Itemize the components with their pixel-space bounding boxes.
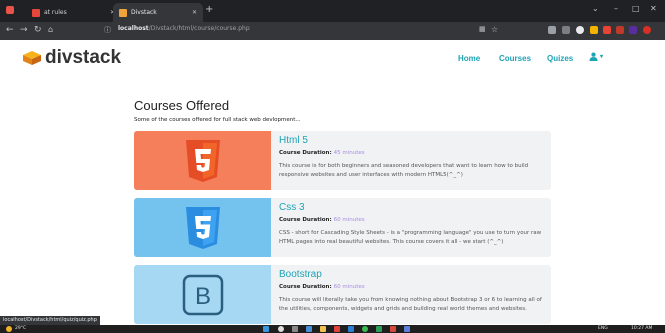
maximize-icon[interactable]: □: [632, 4, 640, 13]
page-subtitle: Some of the courses offered for full sta…: [134, 117, 301, 123]
tab-at-rules[interactable]: at rules ✕: [26, 3, 121, 22]
extension-icon[interactable]: [590, 26, 598, 34]
tab-divstack[interactable]: Divstack ✕: [113, 3, 203, 22]
tab-favicon-icon: [119, 8, 127, 17]
search-icon[interactable]: [278, 326, 284, 332]
browser-toolbar: ← → ↻ ⌂ ⓘ localhost/Divstack/html/course…: [0, 22, 665, 40]
extension-icon[interactable]: [629, 26, 637, 34]
logo-cube-icon: [23, 51, 41, 65]
course-duration: Course Duration: 45 minutes: [279, 150, 365, 156]
forward-icon[interactable]: →: [20, 25, 28, 35]
chrome-icon[interactable]: [362, 326, 368, 332]
course-title[interactable]: Html 5: [279, 135, 308, 146]
extension-icon[interactable]: [616, 26, 624, 34]
logo-text: divstack: [45, 47, 122, 68]
profile-avatar[interactable]: [643, 26, 651, 34]
course-duration: Course Duration: 60 minutes: [279, 217, 365, 223]
tab-label: Divstack: [131, 9, 157, 16]
user-icon: [589, 52, 598, 61]
qr-icon[interactable]: ▦: [479, 25, 486, 33]
css3-icon: [185, 206, 220, 249]
app-icon[interactable]: [334, 326, 340, 332]
course-card-bootstrap[interactable]: B Bootstrap Course Duration: 60 minutes …: [134, 265, 551, 324]
tab-search-icon[interactable]: ⌄: [592, 4, 599, 13]
app-icon[interactable]: [306, 326, 312, 332]
nav-quizes[interactable]: Quizes: [547, 54, 573, 63]
reload-icon[interactable]: ↻: [34, 25, 42, 35]
back-icon[interactable]: ←: [6, 25, 14, 35]
extension-icon[interactable]: [562, 26, 570, 34]
duration-value: 45 minutes: [333, 150, 365, 156]
tab-favicon-icon: [32, 8, 40, 17]
course-description: This course will literally take you from…: [279, 297, 542, 312]
info-icon[interactable]: ⓘ: [104, 25, 111, 35]
close-icon[interactable]: ✕: [192, 9, 197, 16]
course-description: This course is for both beginners and se…: [279, 163, 529, 178]
app-icon[interactable]: [376, 326, 382, 332]
course-card-css3[interactable]: Css 3 Course Duration: 60 minutes CSS - …: [134, 198, 551, 257]
window-close-icon[interactable]: ✕: [650, 4, 657, 13]
duration-value: 60 minutes: [333, 217, 365, 223]
course-title[interactable]: Css 3: [279, 202, 305, 213]
nav-courses[interactable]: Courses: [499, 54, 531, 63]
course-card-html5[interactable]: Html 5 Course Duration: 45 minutes This …: [134, 131, 551, 190]
extension-icon[interactable]: [603, 26, 611, 34]
link-preview-status: localhost/Divstack/html/quiz/quiz.php: [0, 316, 100, 325]
url-path: /Divstack/html/course/course.php: [148, 25, 250, 32]
course-image: [134, 131, 271, 190]
course-duration: Course Duration: 60 minutes: [279, 284, 365, 290]
duration-label: Course Duration:: [279, 217, 332, 223]
weather-temp: 29°C: [15, 326, 27, 331]
app-icon[interactable]: [404, 326, 410, 332]
task-view-icon[interactable]: [292, 326, 298, 332]
file-explorer-icon[interactable]: [320, 326, 326, 332]
html5-icon: [185, 139, 220, 182]
language-indicator[interactable]: ENG: [598, 326, 608, 331]
site-logo[interactable]: divstack: [22, 47, 121, 69]
vscode-icon[interactable]: [348, 326, 354, 332]
duration-label: Course Duration:: [279, 150, 332, 156]
browser-menu-icon[interactable]: [6, 6, 14, 14]
bootstrap-icon: B: [182, 274, 223, 315]
tab-label: at rules: [44, 9, 67, 16]
user-menu[interactable]: ▾: [589, 52, 603, 61]
app-icon[interactable]: [390, 326, 396, 332]
duration-label: Course Duration:: [279, 284, 332, 290]
svg-text:B: B: [194, 283, 210, 310]
course-title[interactable]: Bootstrap: [279, 269, 322, 280]
bookmark-star-icon[interactable]: ☆: [491, 25, 498, 34]
weather-icon[interactable]: [6, 326, 12, 332]
clock[interactable]: 10:27 AM: [631, 326, 652, 331]
course-image: [134, 198, 271, 257]
web-page: divstack Home Courses Quizes ▾ Courses O…: [0, 40, 665, 325]
extension-icon[interactable]: [548, 26, 556, 34]
new-tab-button[interactable]: +: [205, 4, 213, 15]
page-title: Courses Offered: [134, 98, 230, 113]
minimize-icon[interactable]: –: [614, 4, 618, 13]
browser-tab-strip: at rules ✕ Divstack ✕ + ⌄ – □ ✕: [0, 0, 665, 22]
chevron-down-icon: ▾: [600, 54, 604, 60]
extension-icon[interactable]: [576, 26, 584, 34]
course-image: B: [134, 265, 271, 324]
nav-home[interactable]: Home: [458, 54, 480, 63]
home-icon[interactable]: ⌂: [48, 25, 53, 34]
address-bar[interactable]: localhost/Divstack/html/course/course.ph…: [118, 25, 250, 32]
url-host: localhost: [118, 25, 149, 32]
os-taskbar: 29°C ENG 10:27 AM: [0, 325, 665, 333]
duration-value: 60 minutes: [333, 284, 365, 290]
course-description: CSS - short for Cascading Style Sheets -…: [279, 230, 542, 245]
windows-start-icon[interactable]: [263, 326, 269, 332]
